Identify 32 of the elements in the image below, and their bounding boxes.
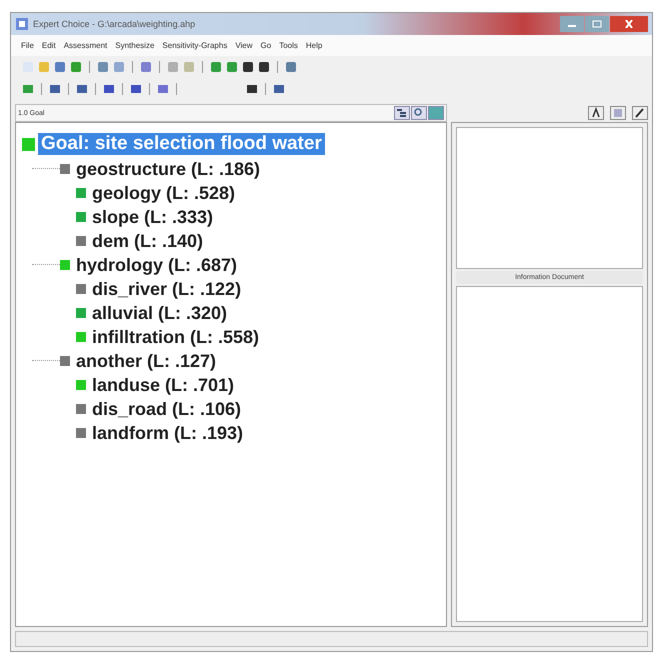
tree-node[interactable]: alluvial (L: .320) (89, 302, 230, 324)
maximize-button[interactable] (585, 16, 609, 32)
zoom-icon[interactable] (411, 106, 427, 120)
menu-item[interactable]: Go (260, 41, 272, 50)
menu-item[interactable]: File (21, 41, 34, 50)
pen-icon[interactable] (632, 106, 648, 120)
menu-item[interactable]: Synthesize (115, 41, 154, 50)
close-icon (624, 20, 634, 28)
tree-node[interactable]: dis_road (L: .106) (89, 398, 244, 420)
tree-node[interactable]: another (L: .127) (73, 350, 220, 372)
tree-node[interactable]: dem (L: .140) (89, 230, 206, 252)
tree-node[interactable]: geology (L: .528) (89, 182, 238, 204)
menu-item[interactable]: Edit (42, 41, 56, 50)
close-button[interactable] (610, 16, 648, 32)
tree-node[interactable]: infilltration (L: .558) (89, 326, 262, 348)
app-icon (15, 17, 29, 31)
window-title: Expert Choice - G:\arcada\weighting.ahp (33, 19, 196, 29)
tree-node[interactable]: dis_river (L: .122) (89, 278, 244, 300)
minimize-button[interactable] (560, 16, 584, 32)
menu-item[interactable]: Sensitivity-Graphs (162, 41, 228, 50)
menu-item[interactable]: Assessment (64, 41, 108, 50)
tree-node[interactable]: landuse (L: .701) (89, 374, 238, 396)
tree-node[interactable]: Goal: site selection flood water (38, 133, 325, 155)
tree-view-icon[interactable] (394, 106, 410, 120)
tree-node[interactable]: slope (L: .333) (89, 206, 216, 228)
maximize-icon (592, 20, 602, 28)
menu-item[interactable]: Tools (279, 41, 298, 50)
tree-node[interactable]: landform (L: .193) (89, 422, 246, 444)
tree-node[interactable]: geostructure (L: .186) (73, 158, 264, 180)
menu-item[interactable]: View (235, 41, 253, 50)
menu-item[interactable]: Help (306, 41, 322, 50)
tree-node[interactable]: hydrology (L: .687) (73, 254, 240, 276)
